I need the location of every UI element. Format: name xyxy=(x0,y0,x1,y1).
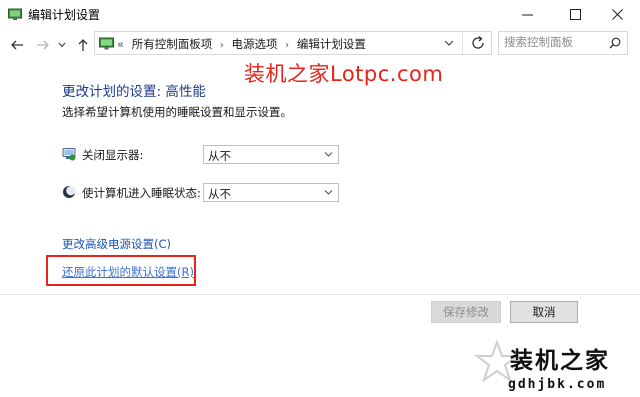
turn-off-display-select[interactable]: 从不 xyxy=(203,145,339,164)
address-bar[interactable]: « 所有控制面板项 › 电源选项 › 编辑计划设置 xyxy=(94,31,492,55)
address-divider xyxy=(462,32,463,54)
breadcrumb-item-control-panel[interactable]: 所有控制面板项 xyxy=(132,37,213,51)
chevron-down-icon xyxy=(58,42,66,48)
footer-separator xyxy=(0,294,640,295)
search-icon[interactable] xyxy=(609,37,621,49)
chevron-down-icon xyxy=(324,152,333,157)
control-panel-icon xyxy=(99,37,114,50)
sleep-label: 使计算机进入睡眠状态: xyxy=(82,186,201,200)
breadcrumb-overflow[interactable]: « xyxy=(117,37,124,51)
watermark-text: 装机之家Lotpc.com xyxy=(244,62,444,86)
brand-url: gdhjbk.com xyxy=(508,377,607,392)
sleep-value: 从不 xyxy=(208,187,231,201)
search-input[interactable] xyxy=(504,35,602,49)
breadcrumb-item-power-options[interactable]: 电源选项 xyxy=(232,37,278,51)
arrow-up-icon xyxy=(78,39,88,51)
maximize-icon xyxy=(569,8,581,20)
back-button[interactable] xyxy=(8,36,26,54)
sleep-select[interactable]: 从不 xyxy=(203,183,339,202)
page-description: 选择希望计算机使用的睡眠设置和显示设置。 xyxy=(62,105,292,119)
maximize-button[interactable] xyxy=(552,0,598,28)
address-history-chevron-icon[interactable] xyxy=(442,36,456,50)
page-title: 更改计划的设置: 高性能 xyxy=(62,84,206,100)
brand-name: 装机之家 xyxy=(510,348,610,374)
minimize-icon xyxy=(521,14,533,15)
forward-button[interactable] xyxy=(34,36,52,54)
recent-locations-button[interactable] xyxy=(56,36,68,54)
minimize-button[interactable] xyxy=(504,0,550,28)
close-icon xyxy=(611,8,623,20)
up-button[interactable] xyxy=(74,36,92,54)
turn-off-display-value: 从不 xyxy=(208,149,231,163)
title-bar: 编辑计划设置 xyxy=(0,0,640,28)
cancel-button[interactable]: 取消 xyxy=(510,301,578,323)
arrow-left-icon xyxy=(11,40,23,50)
close-button[interactable] xyxy=(594,0,640,28)
restore-defaults-link[interactable]: 还原此计划的默认设置(R) xyxy=(62,264,194,280)
control-panel-app-icon xyxy=(8,8,22,20)
refresh-icon[interactable] xyxy=(470,35,486,51)
breadcrumb: « 所有控制面板项 › 电源选项 › 编辑计划设置 xyxy=(117,36,366,52)
monitor-icon xyxy=(62,148,76,161)
arrow-right-icon xyxy=(37,40,49,50)
sleep-moon-icon xyxy=(63,186,76,198)
window-title: 编辑计划设置 xyxy=(28,8,101,22)
chevron-right-icon: › xyxy=(219,40,224,51)
chevron-right-icon: › xyxy=(285,40,290,51)
search-box[interactable] xyxy=(498,31,628,55)
advanced-power-settings-link[interactable]: 更改高级电源设置(C) xyxy=(62,236,171,252)
chevron-down-icon xyxy=(324,190,333,195)
turn-off-display-label: 关闭显示器: xyxy=(82,148,144,162)
breadcrumb-item-edit-plan[interactable]: 编辑计划设置 xyxy=(297,37,366,51)
save-changes-button[interactable]: 保存修改 xyxy=(431,301,501,323)
